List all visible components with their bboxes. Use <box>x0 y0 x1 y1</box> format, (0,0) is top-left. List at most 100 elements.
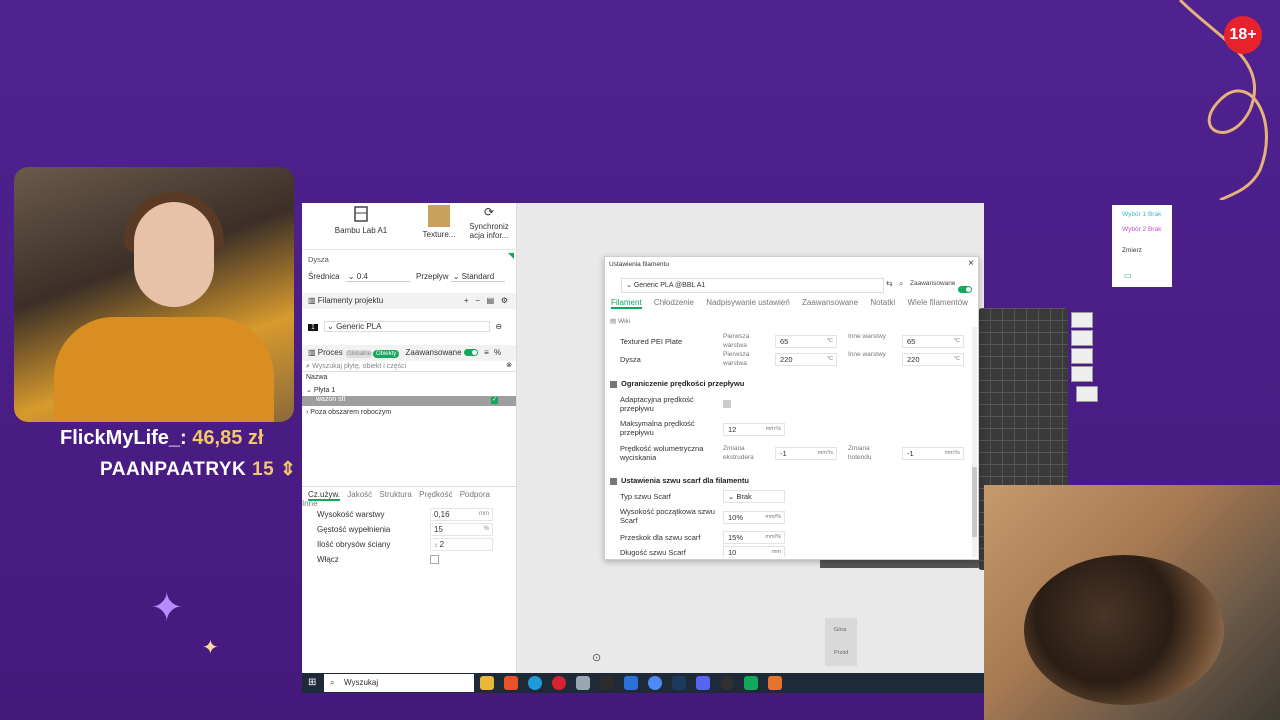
infill-density-input[interactable]: 15% <box>430 523 493 536</box>
plate-selector[interactable]: Texture... <box>422 203 456 247</box>
tab-notes[interactable]: Notatki <box>870 298 895 307</box>
scarf-start-input[interactable]: 10% mm/% <box>723 511 785 524</box>
nozzle-first-layer-input[interactable]: 220 °C <box>775 353 837 366</box>
object-check-icon[interactable]: ✓ <box>491 397 498 404</box>
measure-button[interactable]: Zmierz <box>1122 247 1142 254</box>
plate-other-layers-input[interactable]: 65 °C <box>902 335 964 348</box>
object-node[interactable]: wazon stl ✓ <box>302 396 516 406</box>
nozzle-temp-label: Dysza <box>620 355 641 364</box>
process-icon: ▥ <box>308 348 316 357</box>
tab-advanced[interactable]: Zaawansowane <box>802 298 858 307</box>
global-tab[interactable]: Globalne <box>344 350 373 358</box>
fit-view-icon[interactable]: ⊙ <box>592 651 601 664</box>
sync-button[interactable]: ⟳ Synchroniz acja infor... <box>466 203 512 247</box>
plate-first-layer-input[interactable]: 65 °C <box>775 335 837 348</box>
tab-other[interactable]: Inne <box>302 499 318 508</box>
folder-icon[interactable] <box>480 676 494 690</box>
arrange-icon[interactable] <box>1071 348 1093 364</box>
lock-icon[interactable] <box>1071 366 1093 382</box>
view-cube-top: Góra <box>834 627 847 633</box>
hotend-change-input[interactable]: -1 mm³/s <box>902 447 964 460</box>
scarf-type-select[interactable]: ⌄ Brak <box>723 490 785 503</box>
plate-node[interactable]: ⌄ Płyta 1 <box>302 386 516 394</box>
spreadsheet-icon[interactable] <box>744 676 758 690</box>
extruder-change-input[interactable]: -1 mm³/s <box>775 447 837 460</box>
filament-select[interactable]: ⌄ Generic PLA <box>324 321 491 332</box>
tab-support[interactable]: Podpora <box>460 490 490 499</box>
preset-select[interactable]: ⌄ Generic PLA @BBL A1 <box>621 278 884 293</box>
tab-cooling[interactable]: Chłodzenie <box>654 298 694 307</box>
max-flow-input[interactable]: 12 mm³/s <box>723 423 785 436</box>
wiki-link[interactable]: ▤ Wiki <box>610 317 630 326</box>
measure-icon[interactable]: ▭ <box>1124 271 1132 280</box>
reset-icon[interactable]: ⇆ <box>886 279 893 288</box>
dialog-scrollbar[interactable] <box>972 327 977 557</box>
search-settings-icon[interactable]: ⌕ <box>899 279 903 289</box>
wall-loops-input[interactable]: ⇕ 2 <box>430 538 493 551</box>
tab-structure[interactable]: Struktura <box>379 490 411 499</box>
tab-filament[interactable]: Filament <box>611 298 642 309</box>
filament-settings-icon[interactable]: ⚙ <box>501 296 508 305</box>
teams-icon[interactable] <box>624 676 638 690</box>
windows-start-icon[interactable]: ⊞ <box>308 677 320 689</box>
layer-height-input[interactable]: 0,16 mm <box>430 508 493 521</box>
tab-speed[interactable]: Prędkość <box>419 490 452 499</box>
eye-icon[interactable] <box>1076 386 1098 402</box>
tab-multi-filament[interactable]: Wiele filamentów <box>907 298 967 307</box>
list-view-icon[interactable]: ≡ <box>484 348 489 357</box>
object-search[interactable]: ⌕ Wyszukaj płytę, obiekt i części ⊗ <box>302 361 516 372</box>
add-filament-icon[interactable]: + <box>464 296 469 305</box>
adaptive-flow-checkbox[interactable] <box>723 400 731 408</box>
steam-icon[interactable] <box>672 676 686 690</box>
close-icon[interactable]: × <box>968 258 974 269</box>
diameter-label: Średnica <box>308 272 340 281</box>
tab-overrides[interactable]: Nadpisywanie ustawień <box>706 298 790 307</box>
printer-bar: Bambu Lab A1 Texture... ⟳ Synchroniz acj… <box>302 203 516 250</box>
scarf-gap-label: Przeskok dla szwu scarf <box>620 533 701 542</box>
dialog-advanced-toggle[interactable] <box>958 286 972 294</box>
streamer-webcam <box>14 167 294 422</box>
discord-icon[interactable] <box>696 676 710 690</box>
orca-icon[interactable] <box>768 676 782 690</box>
windows-taskbar: ⊞ ⌕ Wyszukaj <box>302 673 984 693</box>
taskbar-search[interactable]: ⌕ Wyszukaj <box>324 674 474 692</box>
filament-edit-icon[interactable]: ⊖ <box>495 322 502 331</box>
flow-select[interactable]: ⌄ Standard <box>450 272 505 282</box>
advanced-toggle[interactable] <box>463 349 478 357</box>
age-rating-badge: 18+ <box>1224 16 1262 54</box>
object-search-input[interactable]: Wyszukaj płytę, obiekt i części <box>312 363 406 370</box>
outside-node[interactable]: › Poza obszarem roboczym <box>302 409 516 416</box>
dialog-title: Ustawienia filamentu <box>609 261 669 268</box>
clear-search-icon[interactable]: ⊗ <box>506 361 512 369</box>
edge-icon[interactable] <box>528 676 542 690</box>
diameter-select[interactable]: ⌄ 0.4 <box>345 272 410 282</box>
scarf-gap-input[interactable]: 15% mm/% <box>723 531 785 544</box>
sub-counter: PAANPAATRYK 15 ⇕ <box>100 458 296 481</box>
dialog-tabs: Filament Chłodzenie Nadpisywanie ustawie… <box>611 298 978 309</box>
search-icon: ⌕ <box>306 363 310 370</box>
close-view-icon[interactable] <box>1071 312 1093 328</box>
filament-sync-icon[interactable]: ▤ <box>487 296 495 305</box>
pet-webcam <box>984 485 1280 720</box>
opera-icon[interactable] <box>552 676 566 690</box>
nozzle-other-layers-input[interactable]: 220 °C <box>902 353 964 366</box>
tab-quality[interactable]: Jakość <box>347 490 372 499</box>
extruder-change-label: Zmiana ekstrudera <box>723 445 754 461</box>
filament-row[interactable]: 1 ⌄ Generic PLA ⊖ <box>302 321 516 332</box>
enable-checkbox[interactable] <box>430 555 439 564</box>
selection-1[interactable]: Wybór 1 Brak <box>1122 211 1161 218</box>
epic-icon[interactable] <box>600 676 614 690</box>
printer-selector[interactable]: Bambu Lab A1 <box>326 203 396 247</box>
selection-2[interactable]: Wybór 2 Brak <box>1122 226 1161 233</box>
percent-icon[interactable]: % <box>494 348 501 357</box>
obs-icon[interactable] <box>720 676 734 690</box>
objects-tab[interactable]: Obiekty <box>372 350 400 358</box>
brave-icon[interactable] <box>504 676 518 690</box>
left-sidebar: Bambu Lab A1 Texture... ⟳ Synchroniz acj… <box>302 203 517 673</box>
layers-icon[interactable] <box>1071 330 1093 346</box>
view-cube[interactable]: Góra Przód <box>825 618 857 666</box>
scarf-length-input[interactable]: 10 mm <box>723 546 785 557</box>
chrome-icon[interactable] <box>648 676 662 690</box>
app-icon[interactable] <box>576 676 590 690</box>
remove-filament-icon[interactable]: − <box>475 296 480 305</box>
